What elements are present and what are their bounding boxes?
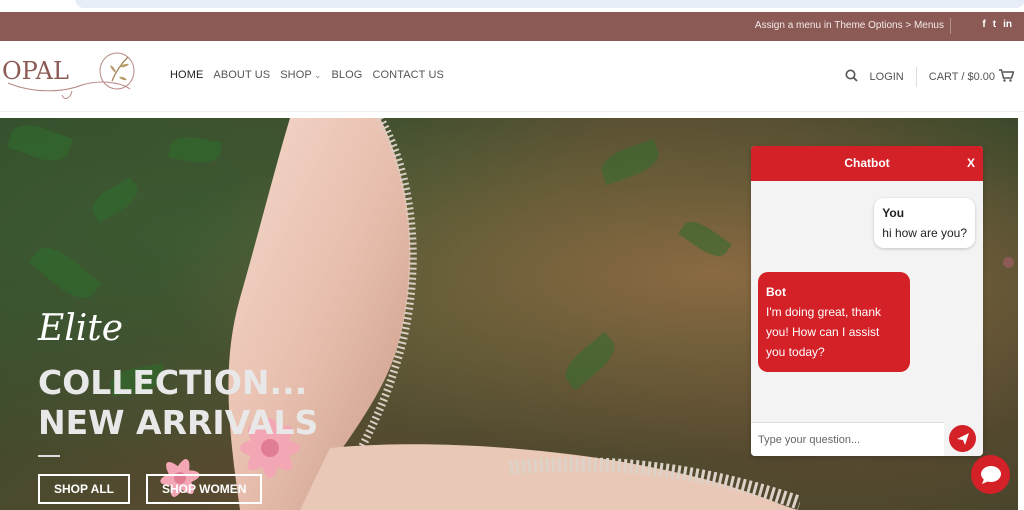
site-logo[interactable]: OPAL <box>2 49 137 105</box>
chat-launcher-button[interactable] <box>971 455 1010 494</box>
menu-note: Assign a menu in Theme Options > Menus <box>754 20 944 31</box>
send-icon <box>956 432 969 445</box>
cart-icon[interactable] <box>999 69 1015 85</box>
close-icon[interactable]: X <box>967 146 975 181</box>
chatbot-title: Chatbot <box>844 156 890 170</box>
user-message-text: hi how are you? <box>882 226 967 240</box>
shop-all-button[interactable]: SHOP ALL <box>38 474 131 504</box>
header-actions: LOGIN CART / $0.00 <box>845 67 1015 87</box>
user-label: You <box>882 206 905 220</box>
chevron-down-icon: ⌄ <box>313 70 322 80</box>
foliage-decoration <box>28 239 102 307</box>
hero-text: Elite COLLECTION... NEW ARRIVALS SHOP AL… <box>38 308 318 504</box>
chat-question-input[interactable] <box>751 422 944 456</box>
chat-bubble-icon <box>980 465 1001 484</box>
nav-shop-label: SHOP <box>280 69 312 81</box>
hero-divider <box>38 455 60 457</box>
bot-message: Bot I'm doing great, thank you! How can … <box>758 272 910 372</box>
slider-dot[interactable] <box>1003 257 1014 268</box>
nav-about-us[interactable]: ABOUT US <box>213 69 270 81</box>
hero-headline-line2: NEW ARRIVALS <box>38 403 319 442</box>
login-link[interactable]: LOGIN <box>870 71 904 83</box>
social-links: f t in <box>982 19 1012 30</box>
facebook-icon[interactable]: f <box>982 19 985 30</box>
foliage-decoration <box>6 118 74 168</box>
nav-blog[interactable]: BLOG <box>331 69 362 81</box>
header-divider <box>915 67 917 87</box>
browser-url-strip <box>0 0 1024 12</box>
bot-message-text: I'm doing great, thank you! How can I as… <box>766 305 882 359</box>
cart-link[interactable]: CART / $0.00 <box>929 71 995 83</box>
search-icon[interactable] <box>845 69 858 85</box>
nav-shop[interactable]: SHOP ⌄ <box>280 69 321 81</box>
nav-home[interactable]: HOME <box>170 69 203 81</box>
main-nav: HOME ABOUT US SHOP ⌄ BLOG CONTACT US <box>170 69 444 81</box>
page-edge <box>1018 118 1024 510</box>
topbar-divider <box>950 18 951 34</box>
hero-buttons: SHOP ALL SHOP WOMEN <box>38 474 318 504</box>
hero-headline-line1: COLLECTION... <box>38 363 308 402</box>
shop-women-button[interactable]: SHOP WOMEN <box>146 474 263 504</box>
chatbot-header: Chatbot X <box>751 146 983 181</box>
logo-graphic: OPAL <box>2 52 135 99</box>
browser-url-bar[interactable] <box>75 0 1024 8</box>
chatbot-window: Chatbot X You hi how are you? Bot I'm do… <box>751 146 983 456</box>
hero-script-title: Elite <box>38 308 124 349</box>
send-button[interactable] <box>949 425 976 452</box>
logo-text: OPAL <box>2 57 69 85</box>
bot-label: Bot <box>766 285 786 299</box>
twitter-icon[interactable]: t <box>993 19 996 30</box>
nav-contact-us[interactable]: CONTACT US <box>372 69 444 81</box>
linkedin-icon[interactable]: in <box>1003 19 1012 30</box>
foliage-decoration <box>87 177 143 223</box>
site-header: OPAL HOME ABOUT US SHOP ⌄ BLOG CONTACT US… <box>0 41 1024 112</box>
user-message: You hi how are you? <box>874 198 975 248</box>
top-bar: Assign a menu in Theme Options > Menus f… <box>0 12 1024 41</box>
